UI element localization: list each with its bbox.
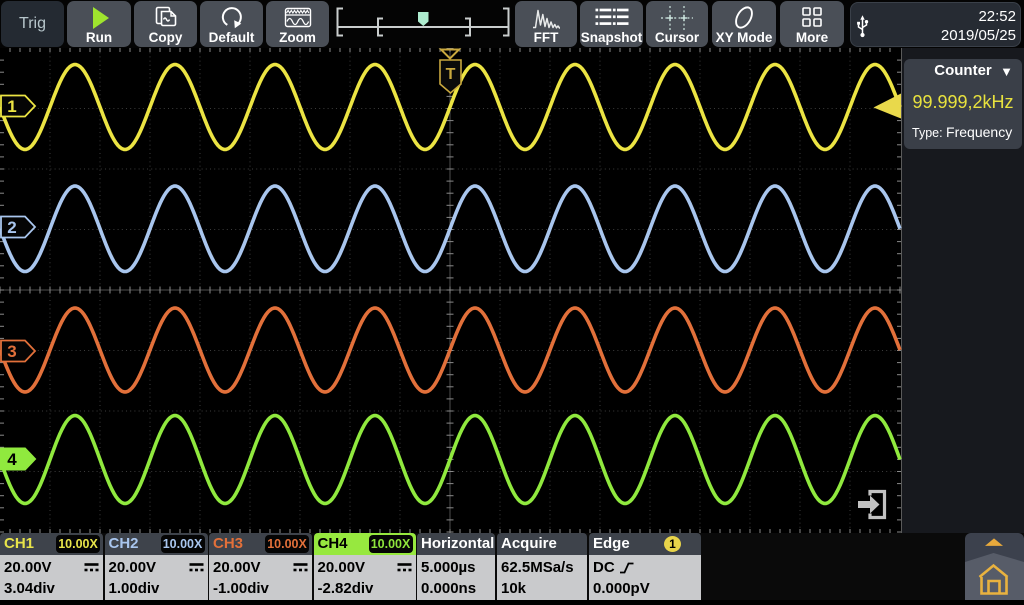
svg-text:2: 2 — [7, 218, 16, 237]
svg-text:3: 3 — [7, 342, 16, 361]
svg-text:4: 4 — [7, 450, 17, 469]
svg-text:T: T — [446, 66, 456, 83]
svg-text:1: 1 — [7, 97, 16, 116]
